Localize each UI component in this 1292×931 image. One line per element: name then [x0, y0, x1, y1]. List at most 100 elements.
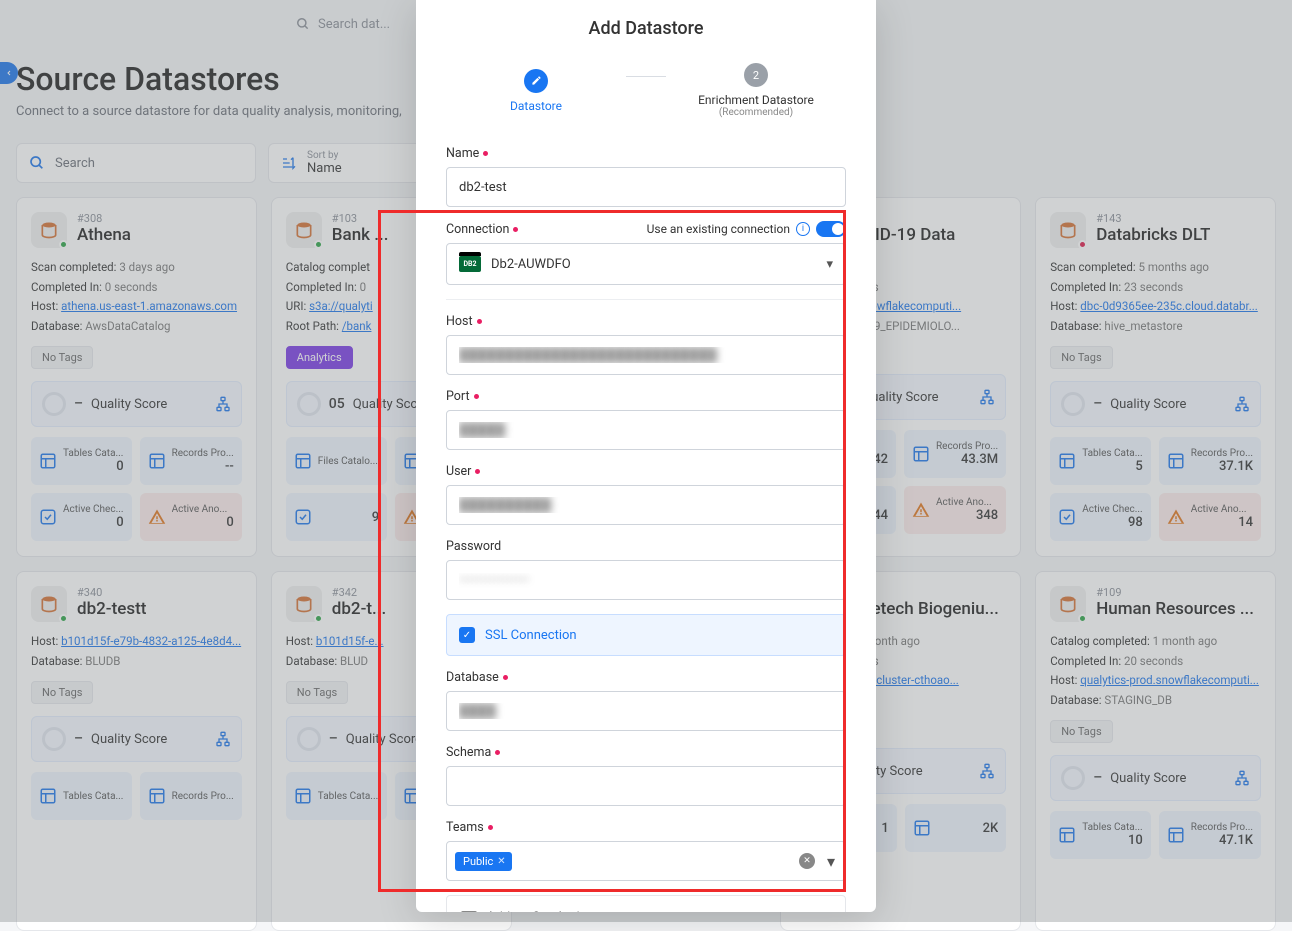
user-field[interactable] [446, 485, 846, 525]
stat-box: Active Ano...0 [140, 493, 242, 541]
tree-icon[interactable] [215, 396, 231, 412]
table-icon [1167, 826, 1185, 844]
use-existing-toggle[interactable] [816, 221, 846, 237]
tree-icon[interactable] [1234, 770, 1250, 786]
tree-icon[interactable] [979, 763, 995, 779]
table-icon [1058, 826, 1076, 844]
name-field[interactable] [446, 167, 846, 207]
db2-icon: DB2 [459, 256, 481, 272]
card-id: #103 [332, 212, 389, 225]
initiate-cataloging-option[interactable]: Initiate Cataloging Automatically start … [446, 895, 846, 912]
check-square-icon [1058, 508, 1076, 526]
tag-chip: No Tags [1050, 720, 1112, 743]
datastore-card[interactable]: #340 db2-testt Host: b101d15f-e79b-4832-… [16, 571, 257, 931]
modal-title: Add Datastore [446, 18, 846, 39]
stat-box: Records Pro... [140, 772, 242, 820]
card-id: #340 [77, 586, 146, 599]
stat-box: Active Ano...348 [904, 486, 1006, 534]
step-2-circle[interactable]: 2 [744, 63, 768, 87]
schema-field[interactable] [446, 766, 846, 806]
stat-box: Files Catalo... [286, 437, 387, 485]
info-icon[interactable]: i [796, 222, 810, 236]
datastore-icon [1050, 212, 1086, 248]
database-field[interactable] [446, 691, 846, 731]
datastore-icon [1050, 586, 1086, 622]
quality-score-row[interactable]: – Quality Score [31, 381, 242, 427]
search-icon [296, 17, 310, 31]
table-icon [912, 445, 930, 463]
datastore-icon [31, 586, 67, 622]
card-name: db2-t... [332, 599, 386, 619]
datastore-icon [31, 212, 67, 248]
card-name: db2-testt [77, 599, 146, 619]
pencil-icon [531, 75, 542, 86]
tag-chip: No Tags [31, 346, 93, 369]
chevron-left-icon [5, 69, 13, 77]
stat-box: Active Chec...0 [31, 493, 132, 541]
warning-icon [1167, 508, 1185, 526]
card-meta: Catalog completed: 1 month agoCompleted … [1050, 632, 1261, 710]
stat-box: Active Ano...14 [1159, 493, 1261, 541]
donut-icon [297, 392, 321, 416]
card-id: #109 [1096, 586, 1254, 599]
tag-chip: No Tags [286, 681, 348, 704]
step-1-circle[interactable] [524, 69, 548, 93]
check-square-icon [39, 508, 57, 526]
stat-box: 9 [286, 493, 387, 541]
checkbox-icon[interactable] [461, 911, 477, 912]
global-search[interactable]: Search dat... [296, 17, 390, 32]
warning-icon [148, 508, 166, 526]
donut-icon [1061, 766, 1085, 790]
table-icon [294, 787, 312, 805]
password-field[interactable] [446, 560, 846, 600]
datastore-card[interactable]: #109 Human Resources ... Catalog complet… [1035, 571, 1276, 931]
global-search-placeholder: Search dat... [318, 17, 390, 32]
card-meta: Host: b101d15f-e79b-4832-a125-4e8d4...Da… [31, 632, 242, 671]
donut-icon [42, 727, 66, 751]
card-id: #308 [77, 212, 131, 225]
host-field[interactable] [446, 335, 846, 375]
quality-score-row[interactable]: – Quality Score [1050, 381, 1261, 427]
card-name: Bank ... [332, 225, 389, 245]
check-square-icon [294, 508, 312, 526]
card-name: Human Resources ... [1096, 599, 1254, 619]
card-meta: Scan completed: 3 days agoCompleted In: … [31, 258, 242, 336]
datastore-icon [286, 212, 322, 248]
sort-icon [281, 155, 297, 171]
donut-icon [1061, 392, 1085, 416]
stat-box: Records Pro...43.3M [904, 430, 1006, 478]
card-name: Athena [77, 225, 131, 245]
table-icon [1058, 452, 1076, 470]
close-icon[interactable]: ✕ [497, 856, 505, 867]
connection-select[interactable]: DB2 Db2-AUWDFO ▾ [446, 243, 846, 285]
quality-score-row[interactable]: – Quality Score [31, 716, 242, 762]
table-icon [294, 452, 312, 470]
stat-box: Tables Cata... [286, 772, 387, 820]
stat-box: Tables Cata...10 [1050, 811, 1151, 859]
stat-box: Records Pro...37.1K [1159, 437, 1261, 485]
datastore-icon [286, 586, 322, 622]
card-id: #342 [332, 586, 386, 599]
donut-icon [297, 727, 321, 751]
stat-box: Tables Cata... [31, 772, 132, 820]
table-icon [39, 452, 57, 470]
search-input[interactable]: Search [16, 143, 256, 183]
tree-icon[interactable] [1234, 396, 1250, 412]
quality-score-row[interactable]: – Quality Score [1050, 755, 1261, 801]
datastore-card[interactable]: #308 Athena Scan completed: 3 days agoCo… [16, 197, 257, 557]
card-id: #143 [1096, 212, 1210, 225]
check-icon: ✓ [459, 627, 475, 643]
stat-box: Tables Cata...5 [1050, 437, 1151, 485]
port-field[interactable] [446, 410, 846, 450]
ssl-checkbox[interactable]: ✓ SSL Connection [446, 614, 846, 656]
datastore-card[interactable]: #143 Databricks DLT Scan completed: 5 mo… [1035, 197, 1276, 557]
teams-select[interactable]: Public✕ ✕ ▾ [446, 841, 846, 881]
tree-icon[interactable] [979, 389, 995, 405]
team-chip[interactable]: Public✕ [455, 852, 512, 871]
tag-chip: No Tags [31, 681, 93, 704]
tree-icon[interactable] [215, 731, 231, 747]
table-icon [1167, 452, 1185, 470]
table-icon [148, 452, 166, 470]
clear-icon[interactable]: ✕ [799, 853, 815, 869]
stat-box: Tables Cata...0 [31, 437, 132, 485]
